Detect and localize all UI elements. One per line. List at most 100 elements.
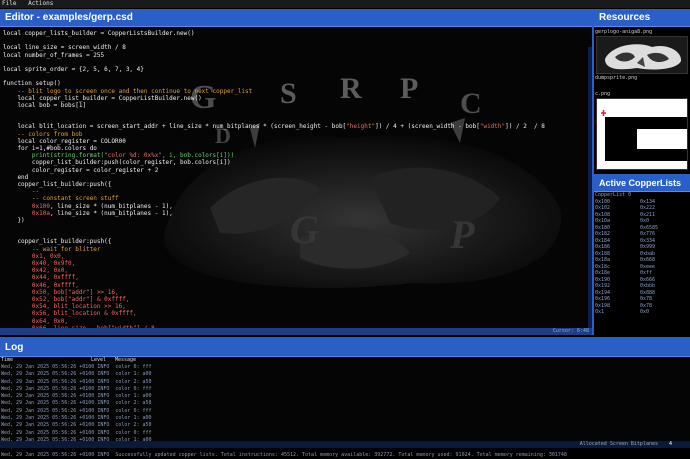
code-line[interactable]: print(string.format("color %d: 0x%x", i,… [3,152,545,159]
bitplanes-label: Allocated Screen Bitplanes [579,441,658,447]
code-token: , line_size * (num_bitplanes - 1), [49,202,173,210]
log-col-time[interactable]: Time [1,357,91,364]
code-token: -- constant screen stuff [3,195,119,203]
resources-panel: Resources gerplogo-aniga8.png dumpsprite… [594,9,690,174]
code-token: 0x56, blit_location & 0xffff, [3,310,137,318]
code-line[interactable]: 0x56, blit_location & 0xffff, [3,310,545,317]
resource-item[interactable]: gerplogo-aniga8.png [594,29,690,76]
log-row[interactable]: Wed, 29 Jan 2025 05:56:26 +0100 INFO col… [1,371,690,378]
code-token: 0x1, 0x0, [3,252,65,260]
code-line[interactable] [3,116,545,123]
code-line[interactable]: copper_list_builder:push({ [3,238,545,245]
code-line[interactable]: -- blit logo to screen once and then con… [3,88,545,95]
menu-actions[interactable]: Actions [28,0,53,7]
code-line[interactable] [3,224,545,231]
code-line[interactable]: -- wait for blitter [3,246,545,253]
code-token: "color %d: 0x%x" [104,152,162,160]
code-line[interactable]: copper_list_builder:push(color_register,… [3,159,545,166]
code-line[interactable]: local color_register = COLOR00 [3,138,545,145]
resource-item[interactable]: dumpsprite.png [594,75,690,82]
code-line[interactable]: 0x10a, line_size * (num_bitplanes - 1), [3,210,545,217]
code-line[interactable]: -- constant screen stuff [3,195,545,202]
code-token: 0x44, 0xffff, [3,274,79,282]
log-col-message[interactable]: Message [115,357,136,364]
code-line[interactable]: local line_size = screen_width / 8 [3,44,545,51]
code-line[interactable]: 0x52, bob["addr"] & 0xffff, [3,296,545,303]
log-row[interactable]: Wed, 29 Jan 2025 05:56:26 +0100 INFO col… [1,422,690,429]
code-line[interactable]: function setup() [3,80,545,87]
code-line[interactable]: -- colors from bob [3,131,545,138]
code-line[interactable]: color_register = color_register + 2 [3,167,545,174]
code-line[interactable]: -- [3,188,545,195]
code-token: 0x52, bob[ [3,295,69,303]
code-line[interactable]: 0x100, line_size * (num_bitplanes - 1), [3,203,545,210]
code-token: local number_of_frames = 255 [3,51,105,59]
log-row[interactable]: Wed, 29 Jan 2025 05:56:26 +0100 INFO col… [1,408,690,415]
code-token: -- [3,188,40,196]
code-line[interactable]: 0x44, 0xffff, [3,274,545,281]
code-line[interactable]: 0x42, 0x0, [3,267,545,274]
code-token: for i=1,#bob.colors do [3,145,97,152]
code-token: "addr" [68,295,90,303]
log-row[interactable]: Wed, 29 Jan 2025 05:56:26 +0100 INFO col… [1,379,690,386]
code-token: local copper_lists_builder = CopperLists… [3,30,195,37]
log-col-level[interactable]: Level [91,357,115,364]
code-line[interactable]: 0x64, 0x0, [3,318,545,325]
code-line[interactable]: 0x40, 0x9f0, [3,260,545,267]
code-line[interactable] [3,231,545,238]
code-line[interactable]: for i=1,#bob.colors do [3,145,545,152]
log-row[interactable]: Wed, 29 Jan 2025 05:56:26 +0100 INFO col… [1,415,690,422]
code-line[interactable]: 0x54, blit_location >> 16, [3,303,545,310]
code-line[interactable] [3,59,545,66]
code-line[interactable]: 0x1, 0x0, [3,253,545,260]
code-editor[interactable]: G S R P C D G P local copper_lists_build… [0,28,592,328]
code-line[interactable]: local number_of_frames = 255 [3,52,545,59]
code-token: -- blit logo to screen once and then con… [3,87,253,95]
code-line[interactable]: local copper_lists_builder = CopperLists… [3,30,545,37]
resource-label: gerplogo-aniga8.png [595,29,653,35]
code-token: }) [3,216,25,224]
code-token: 0x54, blit_location >> 16, [3,303,126,311]
code-token: "width" [479,123,506,131]
log-panel: Log Time Level Message Wed, 29 Jan 2025 05… [0,337,690,458]
code-line[interactable] [3,37,545,44]
log-row[interactable]: Wed, 29 Jan 2025 05:56:26 +0100 INFO col… [1,364,690,371]
code-line[interactable]: local copper_list_builder = CopperListBu… [3,95,545,102]
resource-item[interactable]: c.png [594,91,690,172]
source-code[interactable]: local copper_lists_builder = CopperLists… [3,30,545,328]
log-row[interactable]: Wed, 29 Jan 2025 05:56:26 +0100 INFO col… [1,430,690,437]
editor-panel: Editor - examples/gerp.csd G S R P C D G [0,9,594,335]
code-line[interactable]: local bob = bobs[1] [3,102,545,109]
code-line[interactable]: 0x50, bob["addr"] >> 16, [3,289,545,296]
log-row[interactable]: Wed, 29 Jan 2025 05:56:26 +0100 INFO col… [1,393,690,400]
code-line[interactable]: local sprite_order = {2, 5, 6, 7, 3, 4} [3,66,545,73]
log-row[interactable]: Wed, 29 Jan 2025 05:56:26 +0100 INFO Suc… [1,452,690,459]
copper-register: 0x1 [595,309,605,315]
code-token: end [3,173,29,181]
code-line[interactable]: local blit_location = screen_start_addr … [3,123,544,131]
code-line[interactable]: end [3,174,545,181]
code-token: 0x100 [3,202,50,210]
code-line[interactable]: 0x46, 0xffff, [3,282,545,289]
log-row[interactable]: Wed, 29 Jan 2025 05:56:26 +0100 INFO col… [1,386,690,393]
code-token: print(string.format( [3,152,105,160]
editor-scrollbar[interactable] [588,47,592,328]
code-token: ] & 0xffff, [89,295,130,303]
menu-file[interactable]: File [2,0,16,7]
code-line[interactable] [3,109,545,116]
copper-list[interactable]: CopperList 0 0x100 0x134 0x102 0x222 0x108 0x… [594,192,690,316]
code-token: ] >> 16, [89,288,119,296]
code-token: 0x42, 0x0, [3,267,69,275]
code-token: 0x10a [3,209,50,217]
code-line[interactable]: }) [3,217,545,224]
status-bar: Allocated Screen Bitplanes 4 [0,441,690,448]
code-line[interactable] [3,73,545,80]
code-line[interactable]: copper_list_builder:push({ [3,181,545,188]
resource-label: dumpsprite.png [595,75,638,81]
code-token: copper_list_builder:push({ [3,238,112,246]
copper-title: Active CopperLists [594,174,690,192]
code-token: copper_list_builder:push(color_register,… [3,159,231,167]
log-row[interactable]: Wed, 29 Jan 2025 05:56:26 +0100 INFO col… [1,400,690,407]
code-token: 0x46, 0xffff, [3,281,79,289]
code-token: , line_size * (num_bitplanes - 1), [49,209,173,217]
